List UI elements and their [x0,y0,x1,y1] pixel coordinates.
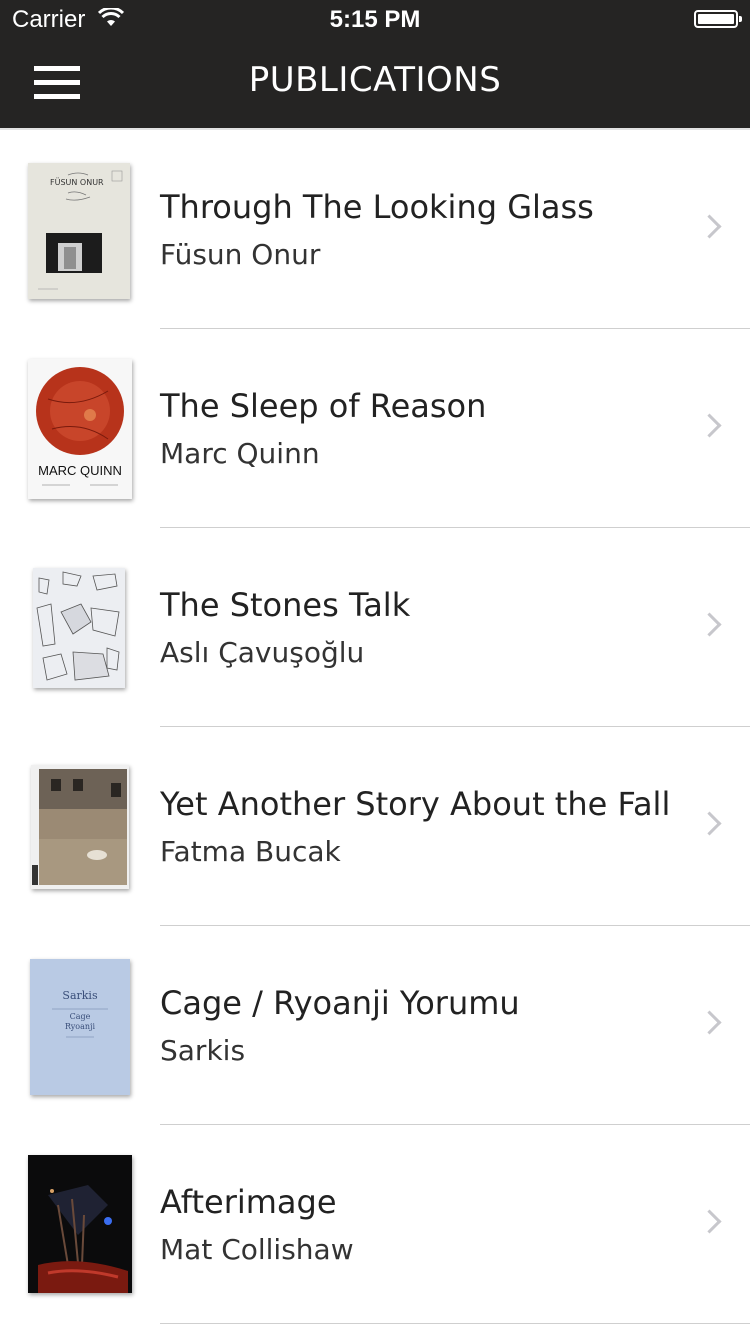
book-cover-image: FÜSUN ONUR [28,163,130,299]
status-bar: Carrier 5:15 PM [0,0,750,40]
chevron-right-icon [697,1010,722,1035]
list-item[interactable]: Sarkis Cage Ryoanji Cage / Ryoanji Yorum… [0,926,750,1125]
publication-title: Afterimage [160,1183,337,1221]
navigation-bar: PUBLICATIONS [0,40,750,128]
book-cover-image [33,568,125,688]
book-cover-image: Sarkis Cage Ryoanji [30,959,130,1095]
battery-icon [694,10,742,28]
publication-title: Cage / Ryoanji Yorumu [160,984,520,1022]
list-item[interactable]: FÜSUN ONUR Through The Looking Glass Füs… [0,130,750,329]
chevron-right-icon [697,612,722,637]
chevron-right-icon [697,1209,722,1234]
chevron-right-icon [697,413,722,438]
book-cover-image [28,1155,132,1293]
list-item[interactable]: MARC QUINN The Sleep of Reason Marc Quin… [0,329,750,528]
publication-title: Through The Looking Glass [160,188,594,226]
cover-text: FÜSUN ONUR [50,177,104,187]
status-time: 5:15 PM [329,6,421,33]
chevron-right-icon [697,811,722,836]
chevron-right-icon [697,214,722,239]
cover-text: Sarkis [62,989,98,1002]
publication-title: The Sleep of Reason [160,387,487,425]
publication-author: Fatma Bucak [160,835,341,868]
list-item[interactable]: The Stones Talk Aslı Çavuşoğlu [0,528,750,727]
cover-text: Ryoanji [65,1022,96,1031]
list-item[interactable]: Yet Another Story About the Fall Fatma B… [0,727,750,926]
cover-text: MARC QUINN [38,463,122,478]
list-item[interactable]: Afterimage Mat Collishaw [0,1125,750,1324]
publication-author: Sarkis [160,1034,246,1067]
publication-author: Füsun Onur [160,238,321,271]
publication-author: Marc Quinn [160,437,320,470]
publication-author: Mat Collishaw [160,1233,354,1266]
cover-text: Cage [70,1012,91,1021]
book-cover-image [31,765,129,889]
publications-list: FÜSUN ONUR Through The Looking Glass Füs… [0,128,750,1336]
page-title: PUBLICATIONS [248,60,502,100]
publication-title: Yet Another Story About the Fall [160,785,671,823]
book-cover-image: MARC QUINN [28,359,132,499]
publication-author: Aslı Çavuşoğlu [160,636,365,669]
publication-title: The Stones Talk [160,586,411,624]
